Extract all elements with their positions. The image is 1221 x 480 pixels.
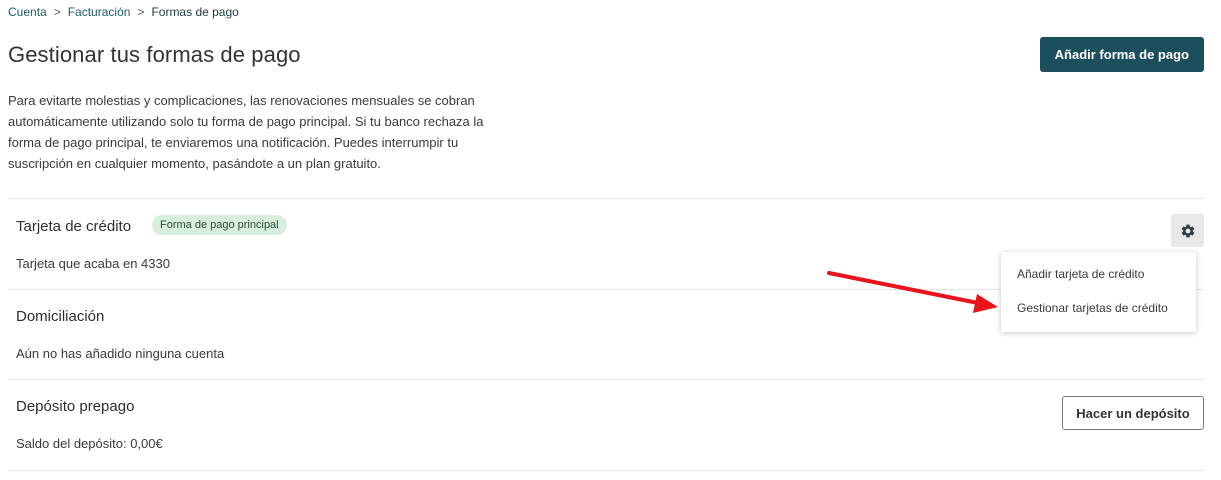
breadcrumb: Cuenta > Facturación > Formas de pago (8, 5, 239, 19)
credit-card-title: Tarjeta de crédito (16, 218, 132, 235)
breadcrumb-facturacion[interactable]: Facturación (68, 5, 131, 19)
credit-card-subtitle: Tarjeta que acaba en 4330 (16, 256, 170, 271)
breadcrumb-cuenta[interactable]: Cuenta (8, 5, 47, 19)
intro-text: Para evitarte molestias y complicaciones… (8, 93, 484, 171)
credit-card-settings-button[interactable] (1171, 214, 1204, 247)
menu-item-manage-credit-cards[interactable]: Gestionar tarjetas de crédito (1017, 301, 1168, 315)
prepaid-deposit-title: Depósito prepago (16, 398, 135, 415)
page-title: Gestionar tus formas de pago (8, 42, 301, 67)
make-deposit-button[interactable]: Hacer un depósito (1062, 396, 1204, 430)
credit-card-menu: Añadir tarjeta de crédito Gestionar tarj… (1001, 252, 1196, 332)
menu-item-add-credit-card[interactable]: Añadir tarjeta de crédito (1017, 267, 1144, 281)
direct-debit-subtitle: Aún no has añadido ninguna cuenta (16, 346, 225, 361)
breadcrumb-current: Formas de pago (151, 5, 239, 19)
add-payment-method-button[interactable]: Añadir forma de pago (1039, 37, 1204, 72)
primary-payment-badge: Forma de pago principal (152, 215, 287, 235)
payment-methods-page: Cuenta > Facturación > Formas de pago Ge… (0, 0, 1221, 480)
prepaid-deposit-section: Depósito prepago Saldo del depósito: 0,0… (8, 379, 1204, 471)
breadcrumb-separator: > (137, 5, 145, 19)
gear-icon (1180, 223, 1196, 239)
direct-debit-title: Domiciliación (16, 308, 105, 325)
breadcrumb-separator: > (53, 5, 61, 19)
prepaid-deposit-subtitle: Saldo del depósito: 0,00€ (16, 436, 163, 451)
